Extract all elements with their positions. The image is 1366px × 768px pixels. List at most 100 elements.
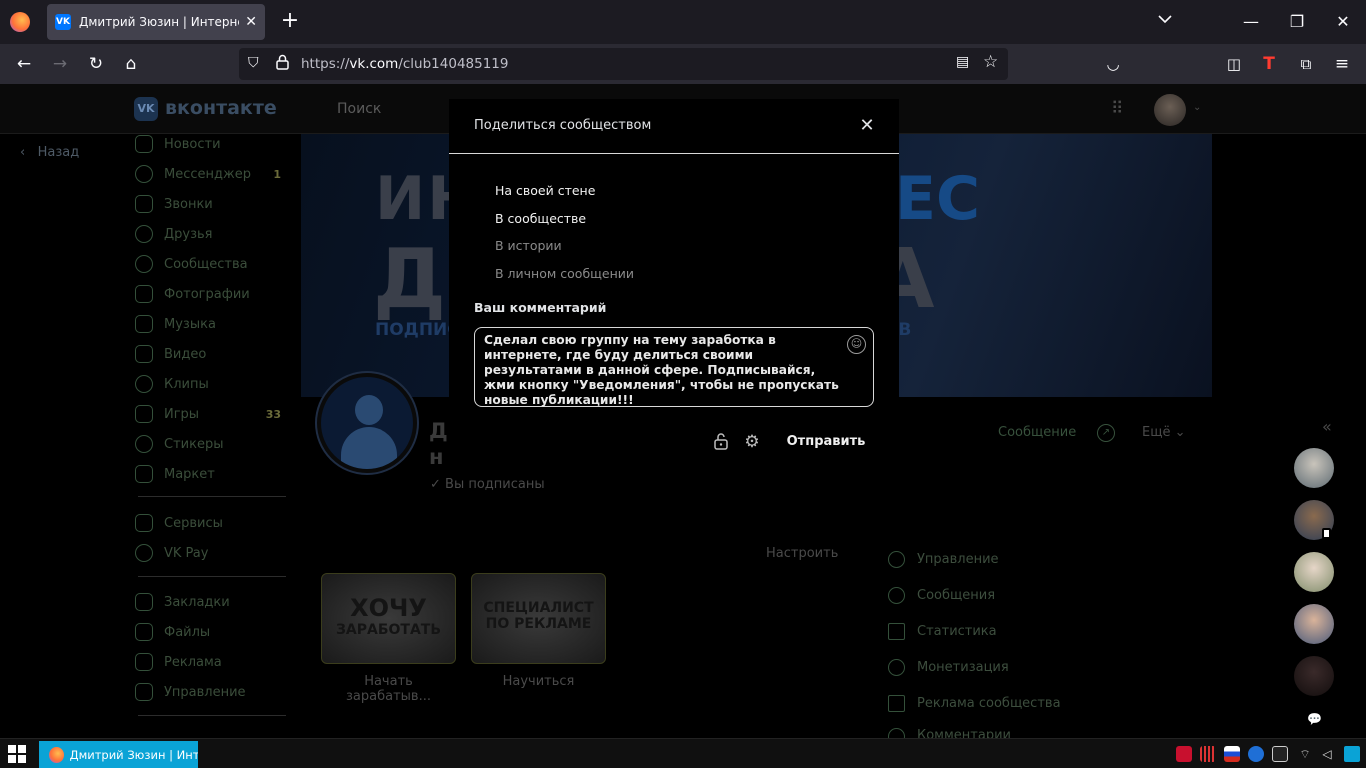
- notifications-icon[interactable]: [1344, 746, 1360, 762]
- apps-grid-icon[interactable]: ⠿: [1111, 100, 1129, 118]
- comment-textarea[interactable]: Сделал свою группу на тему заработка в и…: [474, 327, 874, 407]
- sidebar-icon[interactable]: ◫: [1220, 50, 1248, 78]
- list-tabs-chevron-down-icon[interactable]: [1158, 12, 1172, 28]
- manage-item-monetization[interactable]: Монетизация: [888, 656, 1088, 678]
- share-option-private-message[interactable]: В личном сообщении: [495, 266, 634, 281]
- manage-item-community-ads[interactable]: Реклама сообщества: [888, 692, 1088, 714]
- tile-caption[interactable]: Научиться: [471, 674, 606, 689]
- nav-item-bookmarks[interactable]: Закладки: [135, 590, 285, 614]
- nav-item-photos[interactable]: Фотографии: [135, 282, 285, 306]
- lock-icon[interactable]: [276, 54, 289, 74]
- pocket-icon[interactable]: ◡: [1099, 50, 1127, 78]
- restore-icon[interactable]: ❐: [1282, 8, 1312, 36]
- tab-close-icon[interactable]: ✕: [245, 14, 257, 30]
- emoji-icon[interactable]: ☺: [847, 335, 866, 354]
- network-icon[interactable]: ⌔: [1297, 746, 1313, 762]
- vk-logo-text[interactable]: вконтакте: [165, 97, 277, 119]
- share-icon[interactable]: ↗: [1097, 424, 1115, 442]
- nav-item-music[interactable]: Музыка: [135, 312, 285, 336]
- subscribed-status[interactable]: ✓ Вы подписаны: [430, 477, 545, 492]
- browser-tab[interactable]: VK Дмитрий Зюзин | Интернет - с ✕: [47, 4, 265, 40]
- message-button[interactable]: Сообщение: [998, 425, 1076, 440]
- minimize-icon[interactable]: —: [1236, 8, 1266, 36]
- friend-avatar[interactable]: [1294, 656, 1334, 696]
- taskbar-firefox-window[interactable]: Дмитрий Зюзин | Инт...: [39, 741, 198, 768]
- vk-logo-icon[interactable]: VK: [134, 97, 158, 121]
- collapse-chevrons-icon[interactable]: «: [1322, 417, 1332, 436]
- nav-item-news[interactable]: Новости: [135, 132, 285, 156]
- send-button[interactable]: Отправить: [782, 430, 870, 454]
- nav-item-files[interactable]: Файлы: [135, 620, 285, 644]
- menu-icon[interactable]: ≡: [1328, 50, 1356, 78]
- url-text[interactable]: https://vk.com/club140485119: [301, 56, 508, 72]
- chat-icon[interactable]: 💬: [1307, 712, 1322, 726]
- app-tile[interactable]: СПЕЦИАЛИСТ ПО РЕКЛАМЕ: [471, 573, 606, 664]
- share-option-story[interactable]: В истории: [495, 238, 562, 253]
- tile-caption[interactable]: Начать зарабатыв...: [321, 674, 456, 704]
- chat-bubble-icon: [888, 586, 905, 604]
- nav-item-communities[interactable]: Сообщества: [135, 252, 285, 276]
- volume-icon[interactable]: ◁: [1319, 746, 1335, 762]
- tile-subtitle: ЗАРАБОТАТЬ: [335, 622, 442, 638]
- friend-avatar[interactable]: [1294, 552, 1334, 592]
- back-arrow-icon[interactable]: ←: [10, 50, 38, 78]
- smile-icon: [135, 435, 153, 453]
- browser-nav-bar: ← → ↻ ⌂ ⛉ https://vk.com/club140485119 ▤…: [0, 44, 1366, 84]
- reload-icon[interactable]: ↻: [82, 50, 110, 78]
- nav-item-manage[interactable]: Управление: [135, 680, 285, 704]
- reader-icon[interactable]: ▤: [956, 54, 969, 70]
- nav-item-friends[interactable]: Друзья: [135, 222, 285, 246]
- share-option-wall[interactable]: На своей стене: [495, 183, 595, 198]
- nav-item-ads[interactable]: Реклама: [135, 650, 285, 674]
- app-tile[interactable]: ХОЧУ ЗАРАБОТАТЬ: [321, 573, 456, 664]
- shield-icon[interactable]: ⛉: [248, 55, 259, 71]
- nav-item-stickers[interactable]: Стикеры: [135, 432, 285, 456]
- community-avatar[interactable]: [317, 373, 417, 473]
- window-close-icon[interactable]: ✕: [1328, 8, 1358, 36]
- search-label[interactable]: Поиск: [337, 101, 381, 117]
- friend-avatar[interactable]: [1294, 604, 1334, 644]
- nav-item-calls[interactable]: Звонки: [135, 192, 285, 216]
- more-button[interactable]: Ещё ⌄: [1142, 425, 1186, 440]
- nav-item-vkpay[interactable]: VK Pay: [135, 541, 285, 565]
- language-flag-icon[interactable]: [1224, 746, 1240, 762]
- audio-tray-icon[interactable]: [1200, 746, 1216, 762]
- cover-text: ЕС: [895, 164, 981, 234]
- back-link[interactable]: ‹ Назад: [20, 145, 79, 160]
- windows-start-icon[interactable]: [8, 745, 26, 763]
- home-icon[interactable]: ⌂: [117, 50, 145, 78]
- nav-item-market[interactable]: Маркет: [135, 462, 285, 486]
- communities-icon: [135, 255, 153, 273]
- url-bar[interactable]: ⛉ https://vk.com/club140485119 ▤ ☆: [239, 48, 1008, 80]
- opera-tray-icon[interactable]: [1176, 746, 1192, 762]
- manage-item-stats[interactable]: Статистика: [888, 620, 1088, 642]
- new-tab-plus-icon[interactable]: +: [278, 8, 302, 36]
- translate-extension-icon[interactable]: T: [1255, 50, 1283, 78]
- firefox-icon: [49, 746, 64, 763]
- browser-tab-bar: VK Дмитрий Зюзин | Интернет - с ✕ + — ❐ …: [0, 0, 1366, 44]
- ruble-icon: [888, 658, 905, 676]
- gear-icon[interactable]: ⚙: [743, 433, 761, 451]
- nav-item-video[interactable]: Видео: [135, 342, 285, 366]
- unlock-icon[interactable]: [713, 432, 729, 450]
- monitor-tray-icon[interactable]: [1272, 746, 1288, 762]
- modal-close-icon[interactable]: ✕: [857, 116, 877, 136]
- share-option-community[interactable]: В сообществе: [495, 211, 586, 226]
- nav-item-services[interactable]: Сервисы: [135, 511, 285, 535]
- profile-avatar[interactable]: [1154, 94, 1186, 126]
- configure-link[interactable]: Настроить: [766, 546, 838, 561]
- nav-item-clips[interactable]: Клипы: [135, 372, 285, 396]
- extensions-icon[interactable]: ⧉: [1292, 50, 1320, 78]
- friend-avatar[interactable]: [1294, 448, 1334, 488]
- nav-item-messenger[interactable]: Мессенджер 1: [135, 162, 285, 186]
- video-icon: [135, 345, 153, 363]
- manage-item-messages[interactable]: Сообщения: [888, 584, 1088, 606]
- nav-item-games[interactable]: Игры 33: [135, 402, 285, 426]
- bluetooth-icon[interactable]: [1248, 746, 1264, 762]
- bag-icon: [135, 465, 153, 483]
- forward-arrow-icon[interactable]: →: [46, 50, 74, 78]
- star-icon[interactable]: ☆: [983, 52, 998, 72]
- manage-item-management[interactable]: Управление: [888, 548, 1088, 570]
- manage-item-comments[interactable]: Комментарии: [888, 728, 1088, 738]
- profile-chevron-down-icon[interactable]: ⌄: [1193, 102, 1201, 113]
